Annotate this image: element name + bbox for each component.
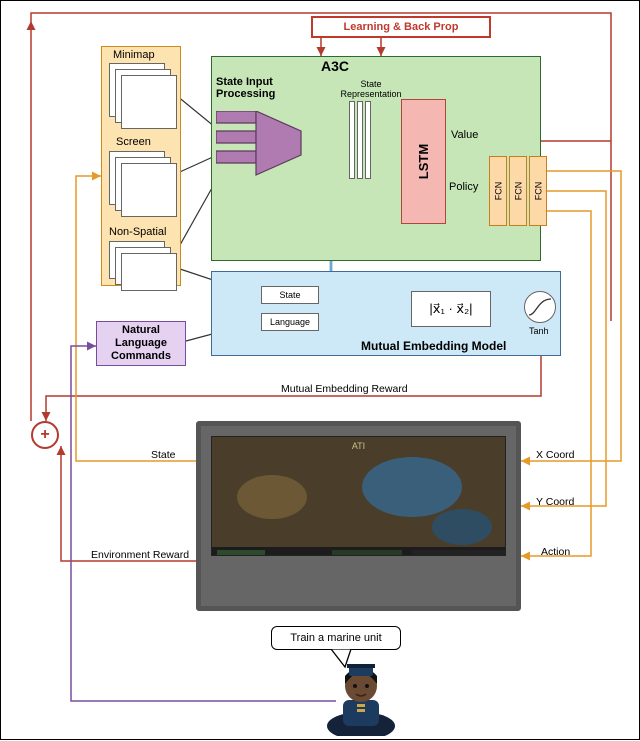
lstm-box: LSTM	[401, 99, 446, 224]
state-signal-label: State	[151, 449, 176, 461]
figure-canvas: Learning & Back Prop A3C Minimap Screen …	[0, 0, 640, 740]
action-label: Action	[541, 546, 570, 558]
state-slice-2	[357, 101, 363, 179]
screen-stack-front	[121, 163, 177, 217]
ycoord-label: Y Coord	[536, 496, 574, 508]
fcn-3: FCN	[529, 156, 547, 226]
nonspatial-stack-front	[121, 253, 177, 291]
policy-label: Policy	[449, 181, 478, 193]
game-title: ATI	[352, 441, 365, 451]
tanh-curve-icon	[526, 293, 554, 321]
commander-avatar-icon	[321, 656, 401, 736]
tanh-node	[524, 291, 556, 323]
game-screen: ATI	[211, 436, 506, 556]
nl-commands-box: Natural Language Commands	[96, 321, 186, 366]
mem-language-box: Language	[261, 313, 319, 331]
a3c-title: A3C	[321, 58, 349, 74]
reward-sum-node: +	[31, 421, 59, 449]
learning-label: Learning & Back Prop	[344, 21, 459, 33]
fcn-2: FCN	[509, 156, 527, 226]
speech-bubble: Train a marine unit	[271, 626, 401, 650]
game-terrain-icon	[212, 437, 505, 555]
state-slice-1	[349, 101, 355, 179]
tanh-label: Tanh	[529, 326, 549, 336]
minimap-label: Minimap	[113, 49, 155, 61]
sip-label: State Input Processing	[216, 76, 306, 100]
state-slice-3	[365, 101, 371, 179]
mem-state-box: State	[261, 286, 319, 304]
lstm-label: LSTM	[416, 144, 431, 179]
env-reward-label: Environment Reward	[91, 549, 189, 561]
state-repr-label: State Representation	[336, 79, 406, 99]
game-monitor: ATI	[196, 421, 521, 611]
cosine-box: |x⃗₁ · x⃗₂|	[411, 291, 491, 327]
learning-backprop-box: Learning & Back Prop	[311, 16, 491, 38]
me-reward-label: Mutual Embedding Reward	[281, 383, 408, 395]
mem-title: Mutual Embedding Model	[361, 339, 506, 353]
xcoord-label: X Coord	[536, 449, 575, 461]
sip-funnel-icon	[216, 111, 306, 191]
nonspatial-label: Non-Spatial	[109, 226, 166, 238]
minimap-stack-front	[121, 75, 177, 129]
value-label: Value	[451, 129, 478, 141]
screen-label: Screen	[116, 136, 151, 148]
fcn-1: FCN	[489, 156, 507, 226]
